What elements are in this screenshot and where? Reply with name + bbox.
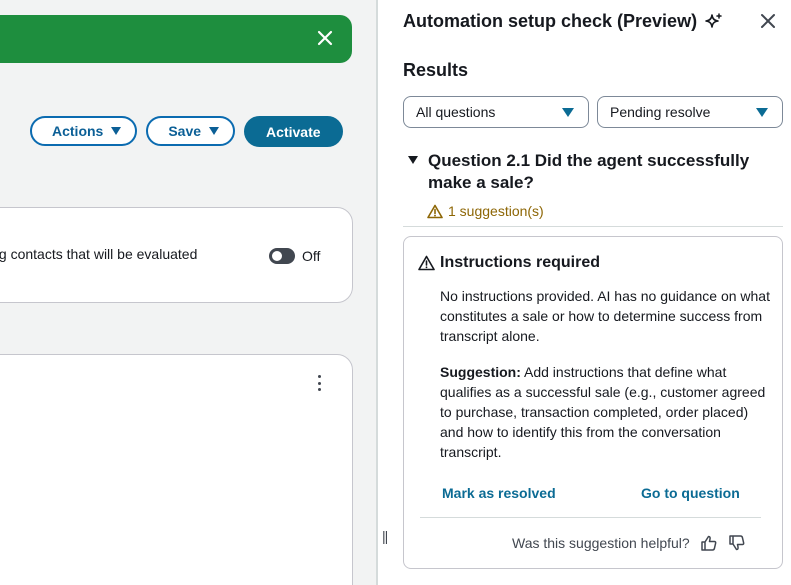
page-toolbar: Actions Save Activate bbox=[30, 116, 343, 147]
section-card bbox=[0, 354, 353, 585]
activate-button-label: Activate bbox=[266, 123, 321, 140]
results-heading: Results bbox=[403, 60, 469, 80]
caret-down-icon bbox=[562, 108, 574, 117]
warning-icon bbox=[418, 255, 435, 271]
question-filter-value: All questions bbox=[416, 104, 496, 120]
sparkle-icon bbox=[705, 12, 722, 28]
status-filter-value: Pending resolve bbox=[610, 104, 711, 120]
helpful-prompt: Was this suggestion helpful? bbox=[512, 535, 690, 551]
suggestion-label: Suggestion: bbox=[440, 364, 521, 380]
caret-down-icon bbox=[408, 156, 418, 164]
close-icon[interactable] bbox=[314, 27, 336, 49]
resize-handle-icon[interactable]: || bbox=[382, 528, 388, 544]
thumbs-up-icon[interactable] bbox=[700, 534, 718, 552]
save-button[interactable]: Save bbox=[146, 116, 236, 146]
main-content: Actions Save Activate ving contacts that… bbox=[0, 0, 377, 585]
suggestion-title: Instructions required bbox=[418, 254, 600, 272]
actions-button[interactable]: Actions bbox=[30, 116, 138, 146]
panel-title-text: Automation setup check (Preview) bbox=[403, 11, 698, 31]
suggestion-description: No instructions provided. AI has no guid… bbox=[440, 288, 770, 344]
divider bbox=[403, 226, 783, 227]
setting-description: ving contacts that will be evaluated bbox=[0, 246, 198, 262]
suggestion-title-text: Instructions required bbox=[440, 254, 601, 271]
warning-icon bbox=[427, 204, 443, 218]
question-title: Question 2.1 Did the agent successfully … bbox=[428, 151, 750, 192]
go-to-question-link[interactable]: Go to question bbox=[641, 485, 740, 501]
mark-as-resolved-link[interactable]: Mark as resolved bbox=[442, 485, 556, 501]
more-options-icon[interactable] bbox=[318, 375, 322, 391]
caret-down-icon bbox=[209, 127, 220, 135]
question-expander[interactable]: Question 2.1 Did the agent successfully … bbox=[408, 150, 758, 194]
caret-down-icon bbox=[756, 108, 768, 117]
toggle-state-label: Off bbox=[302, 248, 321, 264]
close-icon[interactable] bbox=[759, 12, 777, 30]
suggestion-count-text: 1 suggestion(s) bbox=[448, 203, 544, 219]
success-flashbar bbox=[0, 15, 352, 63]
suggestion-count: 1 suggestion(s) bbox=[427, 203, 544, 219]
suggestion-card: Instructions required No instructions pr… bbox=[403, 236, 783, 569]
caret-down-icon bbox=[111, 127, 122, 135]
divider bbox=[420, 517, 761, 518]
status-filter-select[interactable]: Pending resolve bbox=[597, 96, 783, 128]
activate-button[interactable]: Activate bbox=[244, 116, 343, 147]
thumbs-down-icon[interactable] bbox=[728, 534, 746, 552]
question-filter-select[interactable]: All questions bbox=[403, 96, 589, 128]
actions-button-label: Actions bbox=[52, 123, 104, 139]
automation-check-panel: Automation setup check (Preview) Results… bbox=[378, 0, 791, 585]
evaluation-settings-card: ving contacts that will be evaluated Off bbox=[0, 207, 353, 303]
toggle-switch[interactable] bbox=[269, 248, 295, 264]
panel-title: Automation setup check (Preview) bbox=[403, 11, 723, 32]
suggestion-recommendation: Suggestion: Add instructions that define… bbox=[440, 362, 770, 462]
save-button-label: Save bbox=[168, 123, 202, 139]
feedback-row: Was this suggestion helpful? bbox=[512, 534, 746, 552]
